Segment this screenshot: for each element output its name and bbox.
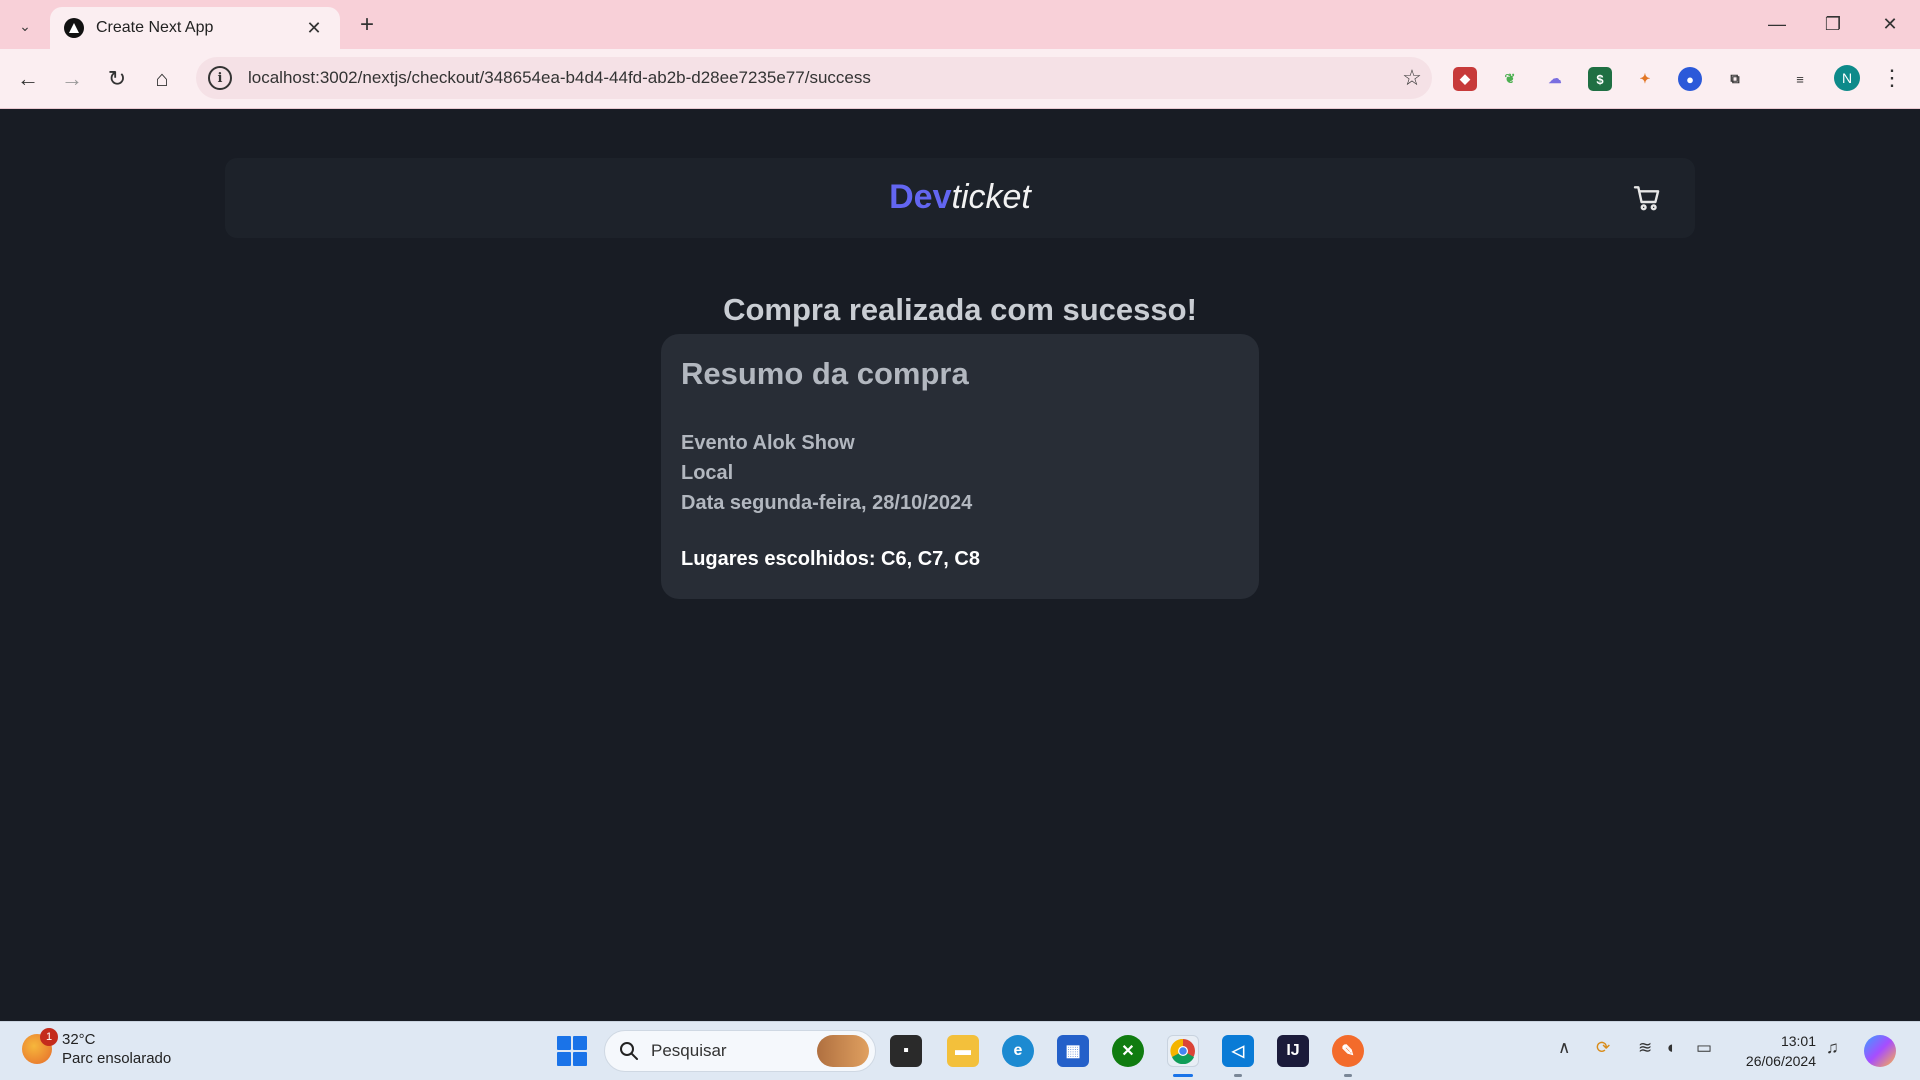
purchase-summary-card: Resumo da compra Evento Alok Show Local …	[661, 334, 1259, 599]
new-tab-plus-icon[interactable]: +	[352, 10, 382, 40]
brand-logo[interactable]: Devticket	[225, 178, 1695, 217]
weather-description: Parc ensolarado	[62, 1050, 172, 1067]
site-navbar: Devticket	[225, 158, 1695, 238]
file-explorer-icon[interactable]: ▬	[947, 1035, 979, 1067]
wifi-icon[interactable]: ≋	[1638, 1038, 1652, 1058]
home-icon[interactable]: ⌂	[146, 63, 178, 95]
weather-notification-badge: 1	[40, 1028, 58, 1046]
browser-tab-active[interactable]: Create Next App ✕	[50, 7, 340, 49]
chrome-browser-icon[interactable]	[1167, 1035, 1199, 1067]
shopping-cart-icon[interactable]	[1631, 182, 1663, 214]
browser-toolbar: ← → ↻ ⌂ i localhost:3002/nextjs/checkout…	[0, 49, 1920, 109]
postman-icon[interactable]: ✎	[1332, 1035, 1364, 1067]
browser-tab-strip: ⌄ Create Next App ✕ + — ❐ ✕	[0, 0, 1920, 49]
summary-local: Local	[681, 462, 734, 484]
brand-ticket-text: ticket	[951, 178, 1031, 216]
purple-cloud-extension-icon[interactable]: ☁	[1543, 67, 1567, 91]
volume-icon[interactable]: ◖	[1665, 1038, 1675, 1058]
page-content: Devticket Compra realizada com sucesso! …	[0, 109, 1920, 1021]
xbox-icon[interactable]: ✕	[1112, 1035, 1144, 1067]
back-arrow-icon[interactable]: ←	[12, 63, 44, 95]
forward-arrow-icon[interactable]: →	[56, 63, 88, 95]
weather-sun-icon: 1	[22, 1028, 58, 1064]
microsoft-store-icon[interactable]: ▦	[1057, 1035, 1089, 1067]
green-leaf-extension-icon[interactable]: ❦	[1498, 67, 1522, 91]
summary-title: Resumo da compra	[681, 356, 969, 391]
copilot-icon[interactable]	[1864, 1035, 1896, 1067]
browser-menu-kebab-icon[interactable]: ⋮	[1881, 63, 1903, 93]
red-game-extension-icon[interactable]: ◆	[1453, 67, 1477, 91]
metamask-fox-extension-icon[interactable]: ✦	[1633, 67, 1657, 91]
chrome-active-indicator	[1173, 1074, 1193, 1077]
address-bar[interactable]: i localhost:3002/nextjs/checkout/348654e…	[196, 57, 1432, 99]
nextjs-favicon-icon	[64, 18, 84, 38]
postman-running-indicator	[1344, 1074, 1352, 1077]
notification-bell-icon[interactable]: ♫	[1826, 1038, 1839, 1058]
minimize-window-icon[interactable]: —	[1752, 8, 1802, 40]
battery-icon[interactable]: ▭	[1696, 1038, 1712, 1058]
tab-title: Create Next App	[96, 19, 214, 36]
windows-taskbar: 1 32°C Parc ensolarado Pesquisar ▪ ▬ e ▦…	[0, 1021, 1920, 1080]
edge-browser-icon[interactable]: e	[1002, 1035, 1034, 1067]
brand-dev-text: Dev	[889, 178, 952, 216]
weather-temperature: 32°C	[62, 1031, 96, 1048]
intellij-icon[interactable]: IJ	[1277, 1035, 1309, 1067]
summary-event: Evento Alok Show	[681, 432, 855, 454]
tray-overflow-chevron-icon[interactable]: ∧	[1558, 1038, 1570, 1058]
clock-time: 13:01	[1780, 1033, 1816, 1049]
task-view-icon[interactable]: ▪	[890, 1035, 922, 1067]
tab-search-chevron-icon[interactable]: ⌄	[10, 11, 40, 41]
search-placeholder: Pesquisar	[651, 1041, 727, 1060]
close-window-icon[interactable]: ✕	[1865, 8, 1915, 40]
address-url[interactable]: localhost:3002/nextjs/checkout/348654ea-…	[248, 68, 1392, 88]
search-icon	[620, 1042, 638, 1060]
green-dollar-extension-icon[interactable]: $	[1588, 67, 1612, 91]
search-highlight-image	[817, 1035, 869, 1067]
media-playlist-icon[interactable]: ≡	[1788, 67, 1812, 91]
windows-start-icon[interactable]	[557, 1036, 587, 1066]
weather-widget[interactable]: 1 32°C Parc ensolarado	[22, 1028, 172, 1068]
restore-window-icon[interactable]: ❐	[1808, 8, 1858, 40]
profile-avatar[interactable]: N	[1834, 65, 1860, 91]
clock-date: 26/06/2024	[1745, 1053, 1816, 1069]
success-heading: Compra realizada com sucesso!	[723, 292, 1197, 327]
bookmark-star-icon[interactable]: ☆	[1392, 65, 1432, 91]
vscode-icon[interactable]: ◁	[1222, 1035, 1254, 1067]
summary-date: Data segunda-feira, 28/10/2024	[681, 492, 973, 514]
taskbar-clock[interactable]: 13:01 26/06/2024	[1736, 1031, 1816, 1071]
blue-circle-extension-icon[interactable]: ●	[1678, 67, 1702, 91]
taskbar-search-box[interactable]: Pesquisar	[604, 1030, 876, 1072]
tab-close-icon[interactable]: ✕	[302, 18, 326, 39]
vscode-running-indicator	[1234, 1074, 1242, 1077]
reload-icon[interactable]: ↻	[101, 63, 133, 95]
site-info-icon[interactable]: i	[208, 66, 232, 90]
puzzle-extensions-icon[interactable]: ⧉	[1723, 67, 1747, 91]
sync-icon[interactable]: ⟳	[1596, 1038, 1610, 1058]
summary-seats: Lugares escolhidos: C6, C7, C8	[681, 548, 980, 570]
